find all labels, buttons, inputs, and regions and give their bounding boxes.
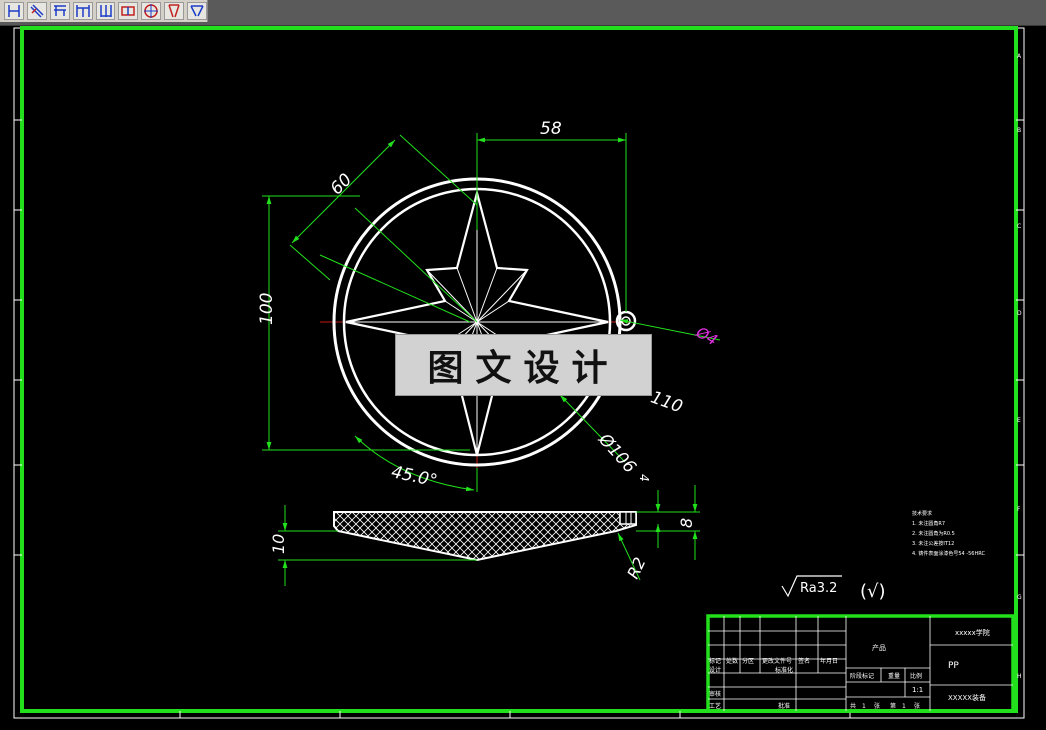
stage-label: 比例 bbox=[910, 672, 922, 680]
notes-item: 2. 未注圆角为R0.5 bbox=[912, 530, 955, 537]
zone-letter: B bbox=[1017, 127, 1021, 134]
header-label: 年月日 bbox=[820, 657, 838, 665]
title-block: xxxxx学院 产品 PP XXXXX装备 1:1 标记 处数 分区 更改文件号… bbox=[706, 614, 1015, 713]
roughness-note: (√) bbox=[860, 581, 886, 602]
roughness-value: Ra3.2 bbox=[800, 581, 837, 596]
header-label: 分区 bbox=[742, 657, 754, 665]
dimension-continue-icon[interactable] bbox=[72, 2, 93, 20]
zone-letter: G bbox=[1017, 594, 1022, 601]
header-label: 处数 bbox=[726, 657, 738, 665]
scale: 1:1 bbox=[912, 686, 923, 694]
dim-10: 10 bbox=[269, 534, 288, 554]
sheet-text: 第 bbox=[890, 702, 896, 710]
dimension-linear-icon[interactable] bbox=[4, 2, 24, 20]
drawing-number: XXXXX装备 bbox=[948, 693, 986, 702]
notes-item: 3. 未注公差按IT12 bbox=[912, 540, 954, 547]
notes-item: 1. 未注圆角R7 bbox=[912, 520, 945, 527]
technical-notes: 技术要求 1. 未注圆角R7 2. 未注圆角为R0.5 3. 未注公差按IT12… bbox=[912, 510, 985, 557]
header-label: 更改文件号 bbox=[762, 657, 792, 665]
dimension-aligned-icon[interactable] bbox=[26, 2, 47, 20]
star-ridges bbox=[346, 193, 608, 455]
row-label: 标准化 bbox=[775, 666, 793, 674]
row-label: 工艺 bbox=[709, 702, 721, 710]
dim-110: 110 bbox=[648, 387, 685, 417]
zone-letter: C bbox=[1017, 223, 1021, 230]
dim-58: 58 bbox=[540, 119, 562, 139]
stage-label: 重量 bbox=[888, 672, 900, 680]
sheet-text: 张 bbox=[874, 702, 880, 710]
zone-ticks bbox=[14, 119, 1024, 718]
product-label: 产品 bbox=[872, 643, 886, 652]
row-label: 批准 bbox=[778, 702, 790, 710]
zone-letter: A bbox=[1017, 53, 1022, 60]
roughness-symbol: Ra3.2 (√) bbox=[781, 575, 886, 602]
sheet-text: 1 bbox=[862, 703, 866, 710]
notes-title: 技术要求 bbox=[912, 510, 932, 517]
header-label: 签名 bbox=[798, 657, 810, 665]
dimension-toolbar bbox=[0, 0, 208, 22]
dimension-update-icon[interactable] bbox=[187, 2, 208, 20]
section-view bbox=[333, 511, 637, 562]
header-label: 标记 bbox=[709, 657, 721, 665]
zone-letter: E bbox=[1017, 417, 1021, 424]
dim-106: Ø106 bbox=[594, 429, 640, 477]
dimension-ordinate-icon[interactable] bbox=[95, 2, 116, 20]
watermark-text: 图文设计 bbox=[427, 347, 620, 389]
dimension-baseline-icon[interactable] bbox=[49, 2, 70, 20]
stage-label: 阶段标记 bbox=[850, 672, 874, 680]
dim-8: 8 bbox=[677, 518, 696, 528]
sheet-text: 张 bbox=[914, 702, 920, 710]
dim-45: 45.0° bbox=[390, 462, 440, 491]
zone-letter: H bbox=[1017, 673, 1022, 680]
school-name: xxxxx学院 bbox=[955, 628, 990, 637]
row-label: 审核 bbox=[709, 690, 721, 698]
sheet-text: 1 bbox=[902, 703, 906, 710]
center-mark-icon[interactable] bbox=[141, 2, 162, 20]
dim-100: 100 bbox=[257, 293, 277, 325]
dim-dia4: Ø4 bbox=[692, 323, 720, 350]
watermark-banner: 图文设计 bbox=[395, 334, 652, 396]
zone-letter: D bbox=[1017, 310, 1022, 317]
toolbar bbox=[0, 0, 1046, 26]
dim-r2: R2 bbox=[623, 554, 649, 581]
zone-letter: F bbox=[1017, 506, 1021, 513]
dim-4-small: 4 bbox=[637, 474, 651, 482]
dimension-edit-icon[interactable] bbox=[164, 2, 185, 20]
material: PP bbox=[948, 661, 959, 671]
tolerance-icon[interactable] bbox=[118, 2, 139, 20]
notes-item: 4. 铸件表面涂漆色号54 -56HRC bbox=[912, 550, 985, 557]
dim-60: 60 bbox=[327, 170, 356, 199]
sheet-text: 共 bbox=[850, 702, 856, 710]
row-label: 设计 bbox=[709, 666, 721, 674]
